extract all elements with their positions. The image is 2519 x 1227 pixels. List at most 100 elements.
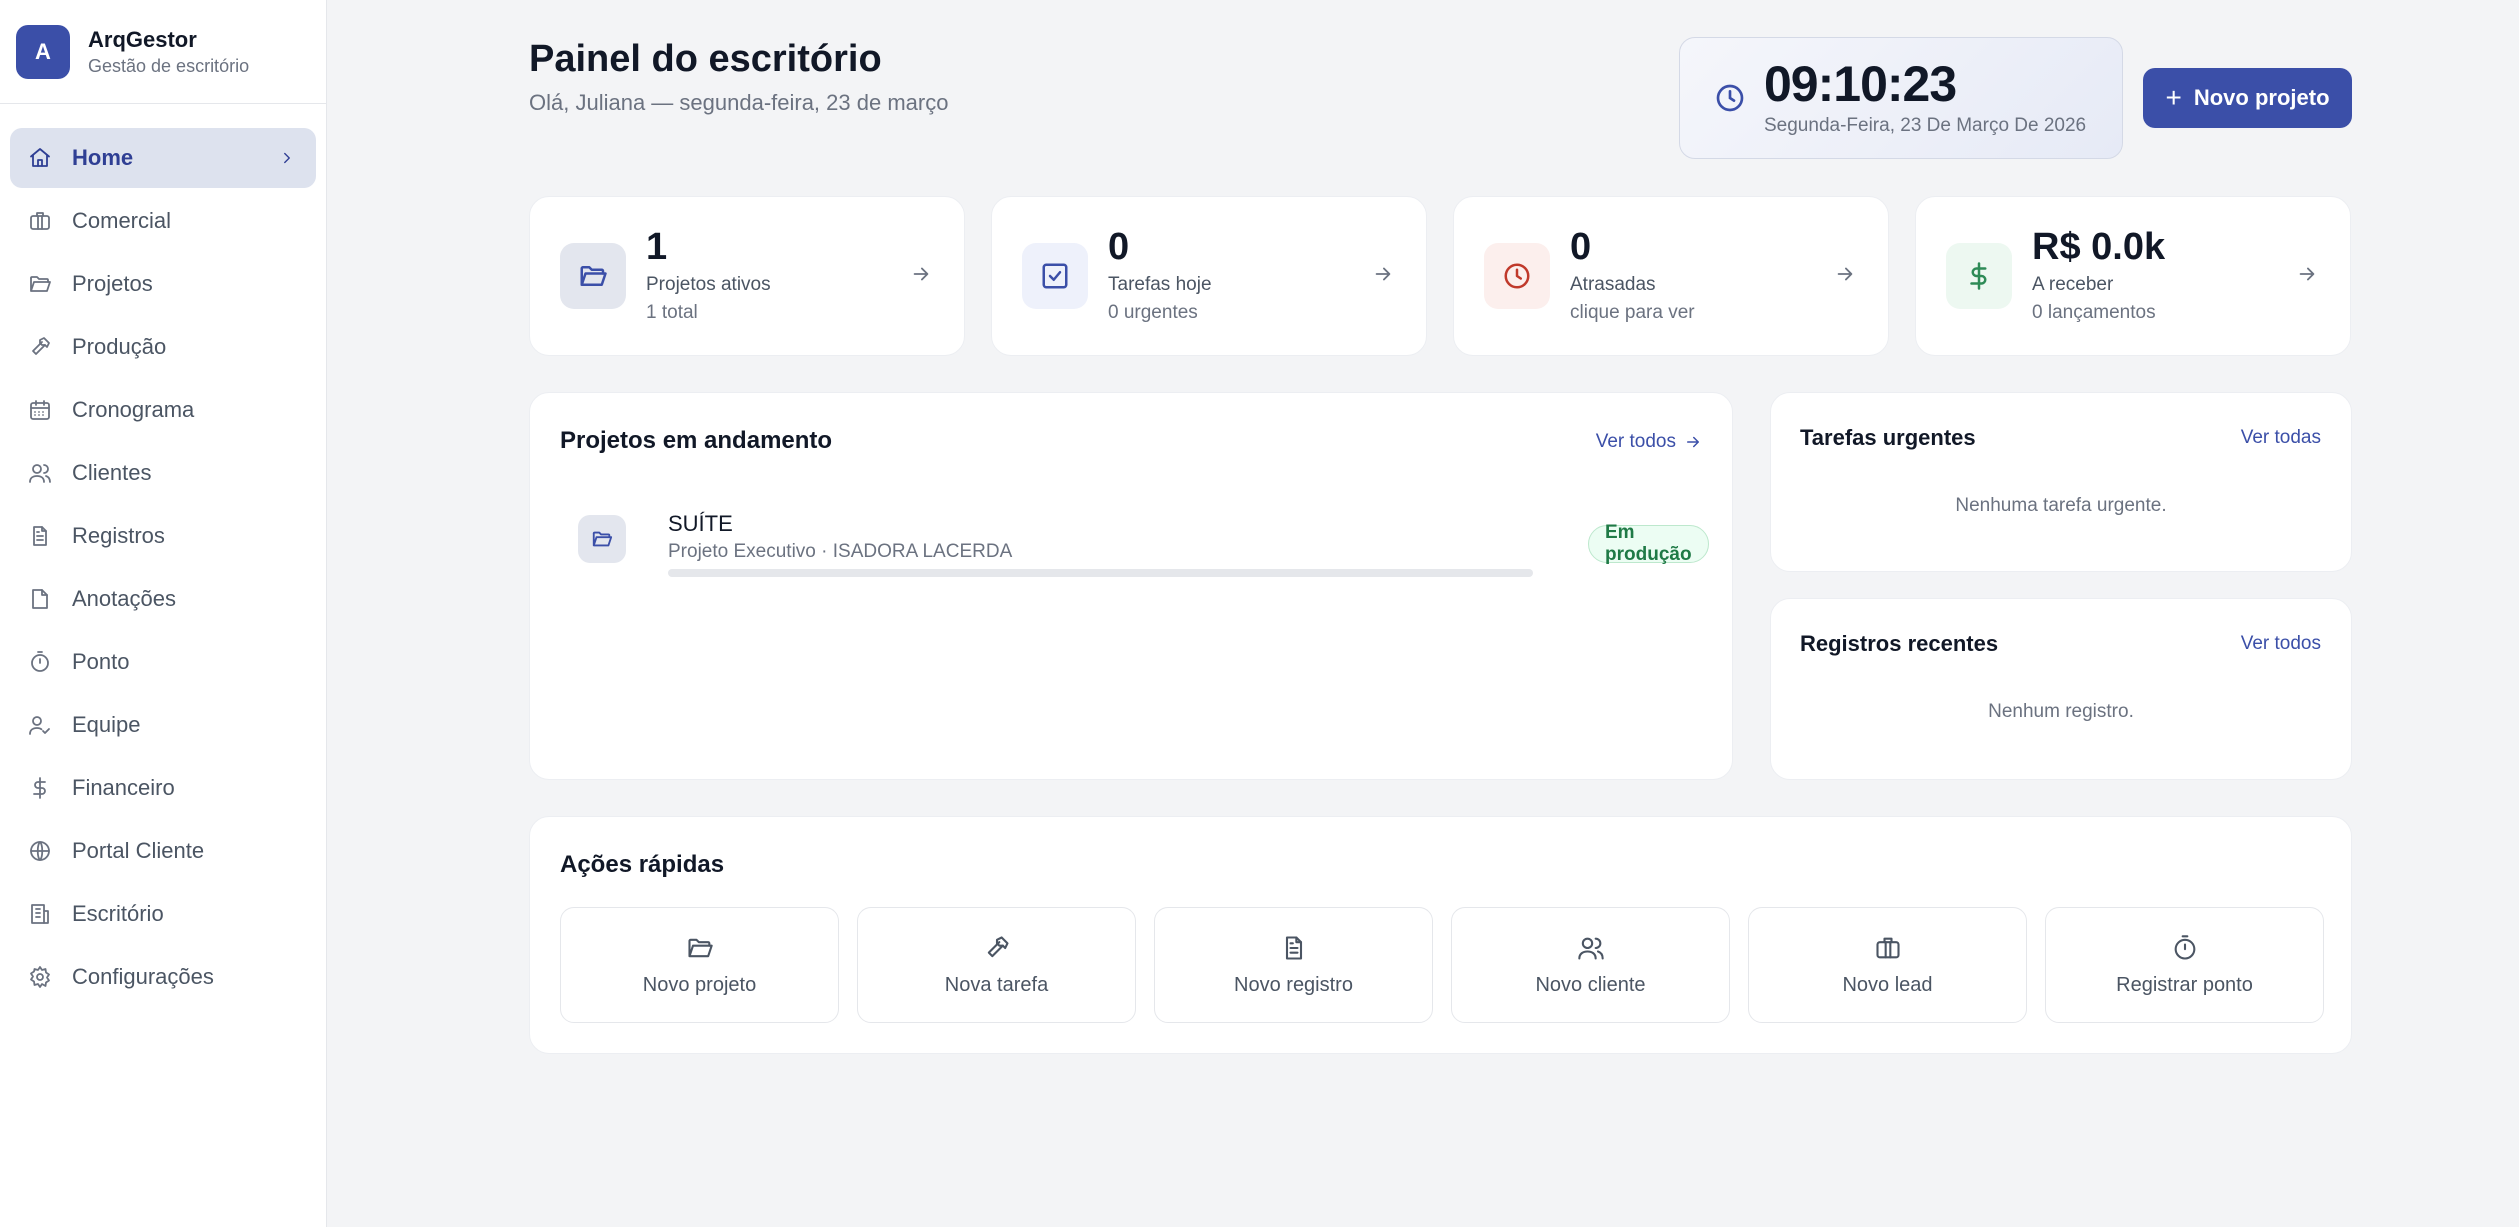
quick-action-label: Novo registro — [1234, 973, 1353, 996]
stat-cards: 1 Projetos ativos 1 total 0 Tarefas hoje 0 ur… — [529, 196, 2352, 356]
sidebar-item-portal-cliente[interactable]: Portal Cliente — [10, 821, 316, 881]
sidebar-item-ponto[interactable]: Ponto — [10, 632, 316, 692]
folder-icon — [28, 272, 52, 296]
recent-records-view-all-link[interactable]: Ver todos — [2241, 633, 2321, 655]
stat-label: Atrasadas — [1570, 274, 1656, 295]
stat-sub: 1 total — [646, 302, 698, 323]
hammer-icon — [28, 335, 52, 359]
stat-value: 0 — [1108, 226, 1130, 268]
stat-label: Tarefas hoje — [1108, 274, 1212, 295]
sidebar-item-escritorio[interactable]: Escritório — [10, 884, 316, 944]
hammer-icon — [983, 934, 1011, 962]
sidebar-nav: Home Comercial Projetos Produção Cronograma C… — [0, 104, 326, 1007]
folder-icon — [578, 261, 608, 291]
sidebar-item-label: Configurações — [72, 964, 214, 989]
stat-card[interactable]: R$ 0.0k A receber 0 lançamentos — [1915, 196, 2351, 356]
arrow-right-icon — [910, 263, 932, 285]
page-title: Painel do escritório — [529, 38, 882, 80]
urgent-tasks-title: Tarefas urgentes — [1800, 425, 1976, 450]
new-project-button[interactable]: + Novo projeto — [2143, 68, 2352, 128]
sidebar-item-equipe[interactable]: Equipe — [10, 695, 316, 755]
stat-card[interactable]: 0 Tarefas hoje 0 urgentes — [991, 196, 1427, 356]
sidebar-item-label: Projetos — [72, 271, 153, 296]
projects-panel: Projetos em andamento Ver todos SUÍTE Pr… — [529, 392, 1733, 780]
dollar-icon — [1964, 261, 1994, 291]
sidebar-item-clientes[interactable]: Clientes — [10, 443, 316, 503]
user-check-icon — [28, 713, 52, 737]
quick-action-button[interactable]: Novo cliente — [1451, 907, 1730, 1023]
plus-icon: + — [2165, 82, 2182, 113]
building-icon — [28, 902, 52, 926]
clock-date: Segunda-Feira, 23 De Março De 2026 — [1764, 115, 2087, 136]
sidebar-item-registros[interactable]: Registros — [10, 506, 316, 566]
project-name: SUÍTE — [668, 511, 733, 536]
sidebar: A ArqGestor Gestão de escritório Home Com… — [0, 0, 327, 1227]
sidebar-item-cronograma[interactable]: Cronograma — [10, 380, 316, 440]
stat-card[interactable]: 1 Projetos ativos 1 total — [529, 196, 965, 356]
brand-logo[interactable]: A — [16, 24, 70, 79]
project-meta: Projeto Executivo · ISADORA LACERDA — [668, 541, 1013, 562]
sidebar-item-anotacoes[interactable]: Anotações — [10, 569, 316, 629]
dollar-icon — [28, 776, 52, 800]
folder-icon — [686, 934, 714, 962]
arrow-right-icon — [1372, 263, 1394, 285]
brand: A ArqGestor Gestão de escritório — [0, 0, 326, 104]
stat-icon-box — [1484, 243, 1550, 309]
sidebar-item-projetos[interactable]: Projetos — [10, 254, 316, 314]
users-icon — [28, 461, 52, 485]
quick-action-button[interactable]: Novo registro — [1154, 907, 1433, 1023]
quick-action-button[interactable]: Nova tarefa — [857, 907, 1136, 1023]
sidebar-item-home[interactable]: Home — [10, 128, 316, 188]
quick-action-label: Nova tarefa — [944, 973, 1049, 996]
page-subtitle: Olá, Juliana — segunda-feira, 23 de març… — [529, 90, 949, 115]
projects-view-all-link[interactable]: Ver todos — [1596, 431, 1702, 453]
folder-icon — [578, 515, 626, 563]
sidebar-item-configuracoes[interactable]: Configurações — [10, 947, 316, 1007]
clock-icon — [1714, 82, 1746, 114]
recent-records-empty: Nenhum registro. — [1988, 701, 2134, 722]
recent-records-panel: Registros recentes Ver todos Nenhum regi… — [1770, 598, 2352, 780]
users-icon — [1577, 934, 1605, 962]
quick-action-button[interactable]: Novo projeto — [560, 907, 839, 1023]
sidebar-item-label: Ponto — [72, 649, 130, 674]
stat-label: Projetos ativos — [646, 274, 771, 295]
sidebar-item-label: Cronograma — [72, 397, 195, 422]
checkbox-icon — [1040, 261, 1070, 291]
quick-action-label: Novo lead — [1842, 973, 1933, 996]
urgent-tasks-panel: Tarefas urgentes Ver todas Nenhuma taref… — [1770, 392, 2352, 572]
quick-action-button[interactable]: Novo lead — [1748, 907, 2027, 1023]
briefcase-icon — [28, 209, 52, 233]
timer-icon — [28, 650, 52, 674]
urgent-tasks-view-all-link[interactable]: Ver todas — [2241, 427, 2321, 449]
file-text-icon — [1280, 934, 1308, 962]
project-row[interactable]: SUÍTE Projeto Executivo · ISADORA LACERD… — [578, 503, 1709, 583]
sidebar-item-producao[interactable]: Produção — [10, 317, 316, 377]
sidebar-item-label: Equipe — [72, 712, 141, 737]
stat-icon-box — [1022, 243, 1088, 309]
quick-action-label: Registrar ponto — [2116, 973, 2253, 996]
sidebar-item-financeiro[interactable]: Financeiro — [10, 758, 316, 818]
file-text-icon — [28, 524, 52, 548]
sidebar-item-label: Registros — [72, 523, 165, 548]
note-icon — [28, 587, 52, 611]
home-icon — [28, 146, 52, 170]
sidebar-item-label: Anotações — [72, 586, 176, 611]
stat-value: R$ 0.0k — [2032, 226, 2166, 268]
timer-icon — [2171, 934, 2199, 962]
stat-label: A receber — [2032, 274, 2114, 295]
sidebar-item-label: Clientes — [72, 460, 152, 485]
brand-name: ArqGestor — [88, 26, 197, 52]
clock-time: 09:10:23 — [1764, 56, 1957, 112]
arrow-right-icon — [2296, 263, 2318, 285]
projects-panel-title: Projetos em andamento — [560, 427, 833, 454]
briefcase-icon — [1874, 934, 1902, 962]
chevron-right-icon — [278, 149, 296, 167]
arrow-right-icon — [1684, 433, 1702, 451]
stat-card[interactable]: 0 Atrasadas clique para ver — [1453, 196, 1889, 356]
stat-sub: 0 urgentes — [1108, 302, 1198, 323]
sidebar-item-label: Portal Cliente — [72, 838, 205, 863]
new-project-label: Novo projeto — [2193, 85, 2330, 110]
sidebar-item-comercial[interactable]: Comercial — [10, 191, 316, 251]
recent-records-title: Registros recentes — [1800, 631, 1999, 656]
quick-action-button[interactable]: Registrar ponto — [2045, 907, 2324, 1023]
